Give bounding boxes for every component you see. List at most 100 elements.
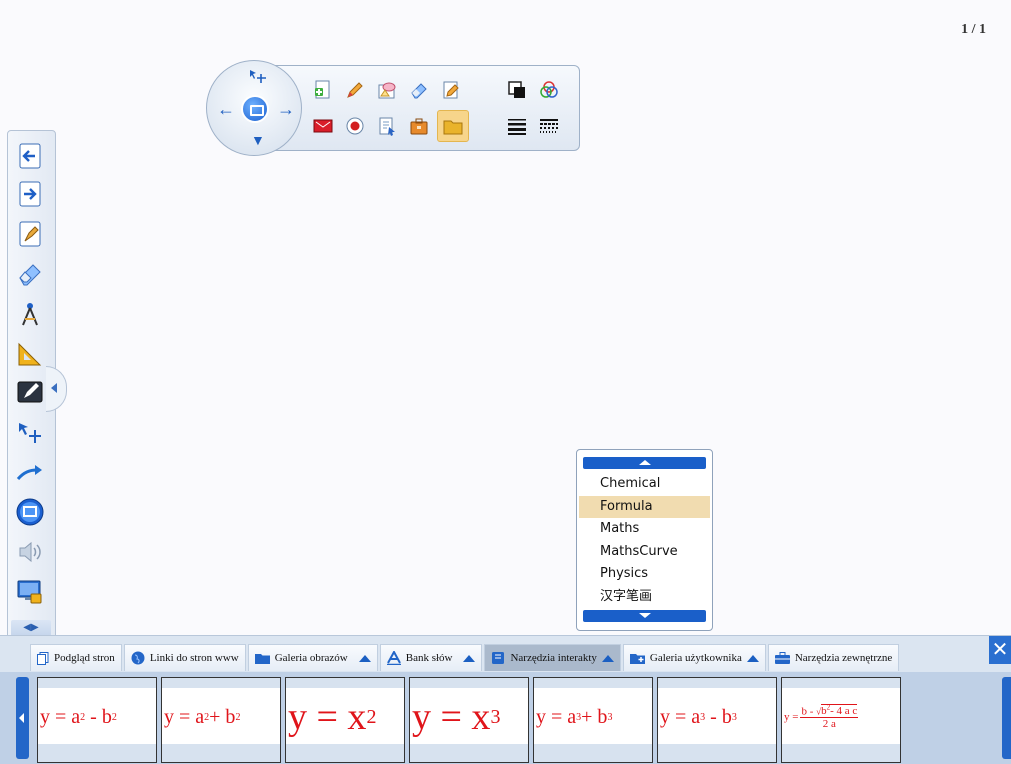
whiteboard-pen-button[interactable] — [15, 377, 45, 407]
tab-label: Narzędzia interakty — [510, 652, 597, 664]
sound-button[interactable] — [15, 537, 45, 567]
navigation-joystick[interactable]: ← → ▼ — [206, 60, 302, 156]
page-select-icon — [379, 117, 395, 136]
toolbar-collapse-arrows-icon[interactable]: ◀▶ — [11, 620, 51, 636]
list-item-chinese-strokes[interactable]: 汉字笔画 — [579, 586, 710, 609]
scroll-up-button[interactable] — [583, 457, 706, 469]
open-folder-button[interactable] — [437, 110, 469, 142]
tab-user-gallery[interactable]: Galeria użytkownika — [622, 644, 766, 671]
previous-page-icon — [19, 143, 41, 169]
line-width-button[interactable] — [503, 112, 531, 140]
next-page-button[interactable] — [15, 179, 45, 209]
tab-expand-up-icon[interactable] — [601, 654, 614, 662]
folder-icon — [254, 654, 270, 664]
line-width-icon — [508, 119, 526, 135]
arrow-tool-button[interactable] — [15, 459, 45, 489]
tab-external-tools[interactable]: Narzędzia zewnętrzne — [767, 644, 900, 671]
tab-word-bank[interactable]: Bank słów — [379, 644, 483, 671]
toolbox-button[interactable] — [405, 112, 433, 140]
scroll-right-button[interactable] — [1002, 677, 1011, 759]
shapes-icon — [378, 82, 396, 99]
tab-label: Narzędzia zewnętrzne — [794, 652, 893, 664]
tab-label: Galeria obrazów — [274, 652, 348, 664]
tab-expand-up-icon[interactable] — [463, 654, 476, 662]
tab-page-preview[interactable]: Podgląd stron — [30, 644, 122, 671]
page-indicator: 1 / 1 — [961, 22, 986, 37]
pen-button[interactable] — [341, 76, 369, 104]
tab-image-gallery[interactable]: Galeria obrazów — [247, 644, 378, 671]
page-preview-icon — [37, 651, 49, 665]
screen-capture-icon — [313, 119, 333, 133]
edit-page-button[interactable] — [437, 76, 465, 104]
whiteboard-pen-icon — [17, 381, 43, 403]
list-item-formula[interactable]: Formula — [579, 495, 710, 519]
record-icon — [346, 117, 364, 135]
arrow-left-icon[interactable]: ← — [217, 100, 235, 118]
tab-expand-up-icon[interactable] — [746, 654, 759, 662]
color-palette-button[interactable] — [535, 76, 563, 104]
globe-icon — [131, 651, 145, 665]
scroll-left-button[interactable] — [16, 677, 29, 759]
formula-thumbnail[interactable]: y = a 2 + b2 — [161, 677, 281, 763]
formula-thumbnail[interactable]: y = x3 — [409, 677, 529, 763]
eraser-button[interactable] — [405, 76, 433, 104]
arrow-right-icon[interactable]: → — [277, 100, 295, 118]
list-item-physics[interactable]: Physics — [579, 563, 710, 586]
formula-thumbnail[interactable]: y = b - √b2- 4 a c 2 a — [781, 677, 901, 763]
tab-web-links[interactable]: Linki do stron www — [123, 644, 246, 671]
record-button[interactable] — [341, 112, 369, 140]
list-item-chemical[interactable]: Chemical — [579, 473, 710, 496]
fill-color-button[interactable] — [503, 76, 531, 104]
resource-tabs: Podgląd stron Linki do stron www Galeria… — [30, 644, 901, 671]
line-style-button[interactable] — [535, 112, 563, 140]
set-square-icon — [18, 342, 42, 366]
screen-mode-icon[interactable] — [241, 95, 269, 123]
formula-thumbnail[interactable]: y = a3 - b3 — [657, 677, 777, 763]
select-move-button[interactable] — [15, 419, 45, 449]
formula-thumbnail[interactable]: y = a2 - b2 — [37, 677, 157, 763]
tab-label: Podgląd stron — [54, 652, 115, 664]
formula-thumbnail[interactable]: y = x2 — [285, 677, 405, 763]
lock-screen-button[interactable] — [15, 577, 45, 607]
list-item-maths[interactable]: Maths — [579, 518, 710, 541]
new-page-icon — [315, 80, 330, 99]
formula-thumbnail-strip: y = a2 - b2 y = a 2 + b2 y = x2 y = x3 y =… — [0, 672, 1011, 764]
move-cursor-icon — [250, 70, 266, 83]
pen-icon — [347, 82, 363, 98]
list-item-mathscurve[interactable]: MathsCurve — [579, 541, 710, 564]
eraser-tool-button[interactable] — [15, 259, 45, 289]
clear-page-icon — [19, 221, 41, 247]
arrow-down-icon[interactable]: ▼ — [251, 131, 265, 149]
compass-tool-button[interactable] — [15, 299, 45, 329]
tab-label: Galeria użytkownika — [649, 652, 742, 664]
category-dropdown: Chemical Formula Maths MathsCurve Physic… — [576, 449, 713, 631]
move-cursor-icon — [19, 423, 41, 443]
shapes-button[interactable] — [373, 76, 401, 104]
close-panel-button[interactable]: ✕ — [989, 636, 1011, 664]
previous-page-button[interactable] — [15, 141, 45, 171]
speaker-icon — [19, 541, 41, 563]
screen-mode-button[interactable] — [15, 497, 45, 527]
page-select-button[interactable] — [373, 112, 401, 140]
set-square-tool-button[interactable] — [15, 339, 45, 369]
edit-page-icon — [443, 81, 459, 99]
eraser-icon — [19, 264, 41, 286]
toolbox-icon — [410, 118, 428, 135]
fill-color-icon — [508, 81, 525, 98]
letter-a-icon — [386, 651, 401, 665]
tab-label: Linki do stron www — [149, 652, 239, 664]
eraser-icon — [411, 83, 427, 99]
tab-expand-up-icon[interactable] — [358, 654, 371, 662]
formula-thumbnail[interactable]: y = a 3 + b3 — [533, 677, 653, 763]
screen-mode-icon — [16, 498, 44, 526]
screen-capture-button[interactable] — [309, 112, 337, 140]
scroll-down-button[interactable] — [583, 610, 706, 622]
color-palette-icon — [540, 81, 558, 98]
left-toolbar-expand-tab[interactable] — [46, 366, 67, 412]
user-gallery-icon — [629, 654, 645, 664]
tab-interactive-tools[interactable]: Narzędzia interakty — [484, 644, 621, 671]
compass-icon — [22, 303, 38, 326]
new-page-button[interactable] — [309, 76, 337, 104]
clear-page-button[interactable] — [15, 219, 45, 249]
category-list: Chemical Formula Maths MathsCurve Physic… — [579, 473, 710, 609]
